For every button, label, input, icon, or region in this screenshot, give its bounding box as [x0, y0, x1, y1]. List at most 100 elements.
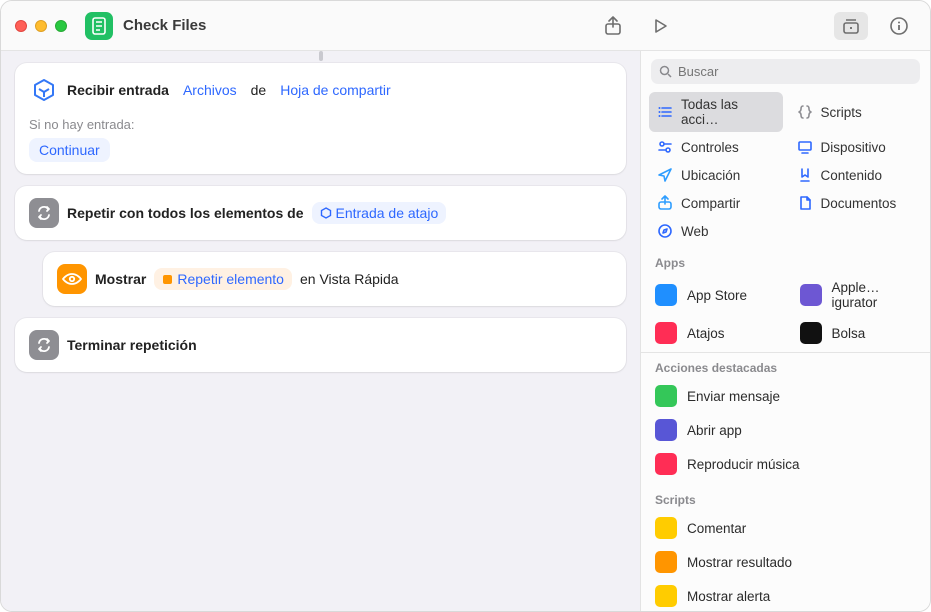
featured-abrir-app[interactable]: Abrir app: [641, 413, 930, 447]
action-repeat[interactable]: Repetir con todos los elementos de Entra…: [15, 186, 626, 240]
app-app-store[interactable]: App Store: [641, 274, 786, 316]
app-icon: [800, 284, 822, 306]
show-suffix: en Vista Rápida: [300, 271, 399, 287]
receive-from-word: de: [251, 82, 267, 98]
app-label: Atajos: [687, 326, 725, 341]
no-input-action[interactable]: Continuar: [29, 138, 110, 162]
no-input-label: Si no hay entrada:: [15, 117, 626, 138]
action-icon: [655, 453, 677, 475]
action-icon: [655, 517, 677, 539]
search-input[interactable]: [678, 64, 912, 79]
category-label: Ubicación: [681, 168, 740, 183]
receive-label: Recibir entrada: [67, 82, 169, 98]
category-documentos[interactable]: Documentos: [789, 190, 923, 216]
shortcuts-window: Check Files: [0, 0, 931, 612]
category-dispositivo[interactable]: Dispositivo: [789, 134, 923, 160]
receive-source[interactable]: Hoja de compartir: [274, 80, 397, 100]
receive-input-type[interactable]: Archivos: [177, 80, 243, 100]
category-scripts[interactable]: Scripts: [789, 92, 923, 132]
app-label: App Store: [687, 288, 747, 303]
featured-header: Acciones destacadas: [641, 355, 930, 379]
repeat-variable[interactable]: Entrada de atajo: [312, 202, 447, 224]
script-mostrar-resultado[interactable]: Mostrar resultado: [641, 545, 930, 579]
featured-reproducir-m-sica[interactable]: Reproducir música: [641, 447, 930, 481]
category-label: Dispositivo: [821, 140, 886, 155]
desktop-icon: [797, 139, 813, 155]
category-controles[interactable]: Controles: [649, 134, 783, 160]
action-label: Mostrar alerta: [687, 589, 770, 604]
toolbar-right: [596, 12, 916, 40]
app-bolsa[interactable]: Bolsa: [786, 316, 931, 350]
category-label: Web: [681, 224, 709, 239]
category-label: Todas las acci…: [681, 97, 775, 127]
action-icon: [655, 551, 677, 573]
scripts-header: Scripts: [641, 481, 930, 511]
share-icon: [657, 195, 673, 211]
actions-sidebar: Todas las acci… Scripts Controles Dispositi…: [640, 51, 930, 611]
action-icon: [655, 585, 677, 607]
close-button[interactable]: [15, 20, 27, 32]
featured-list: Enviar mensaje Abrir app Reproducir música: [641, 379, 930, 481]
script-mostrar-alerta[interactable]: Mostrar alerta: [641, 579, 930, 611]
category-web[interactable]: Web: [649, 218, 783, 244]
action-show-quicklook[interactable]: Mostrar Repetir elemento en Vista Rápida: [43, 252, 626, 306]
category-compartir[interactable]: Compartir: [649, 190, 783, 216]
window-title: Check Files: [123, 17, 206, 34]
braces-icon: [797, 104, 813, 120]
show-label: Mostrar: [95, 271, 146, 287]
end-repeat-label: Terminar repetición: [67, 337, 197, 353]
action-icon: [655, 385, 677, 407]
script-comentar[interactable]: Comentar: [641, 511, 930, 545]
apps-grid: App Store Apple…igurator Atajos Bolsa: [641, 274, 930, 350]
action-label: Comentar: [687, 521, 746, 536]
action-icon: [655, 419, 677, 441]
workflow-editor[interactable]: Recibir entrada Archivos de Hoja de comp…: [1, 51, 640, 611]
search-field[interactable]: [651, 59, 920, 84]
list-icon: [657, 104, 673, 120]
receive-input-icon: [29, 75, 59, 105]
app-label: Apple…igurator: [832, 280, 917, 310]
category-label: Documentos: [821, 196, 897, 211]
app-apple-igurator[interactable]: Apple…igurator: [786, 274, 931, 316]
minimize-button[interactable]: [35, 20, 47, 32]
quicklook-icon: [57, 264, 87, 294]
info-button[interactable]: [882, 12, 916, 40]
category-label: Controles: [681, 140, 739, 155]
action-label: Enviar mensaje: [687, 389, 780, 404]
note-icon: [797, 167, 813, 183]
category-label: Compartir: [681, 196, 740, 211]
action-receive-input[interactable]: Recibir entrada Archivos de Hoja de comp…: [15, 63, 626, 174]
app-atajos[interactable]: Atajos: [641, 316, 786, 350]
location-icon: [657, 167, 673, 183]
category-contenido[interactable]: Contenido: [789, 162, 923, 188]
category-label: Contenido: [821, 168, 883, 183]
apps-header: Apps: [641, 250, 930, 274]
repeat-label: Repetir con todos los elementos de: [67, 205, 304, 221]
show-variable[interactable]: Repetir elemento: [154, 268, 292, 290]
action-label: Mostrar resultado: [687, 555, 792, 570]
action-label: Reproducir música: [687, 457, 800, 472]
zoom-button[interactable]: [55, 20, 67, 32]
search-icon: [659, 65, 672, 78]
doc-icon: [797, 195, 813, 211]
compass-icon: [657, 223, 673, 239]
share-button[interactable]: [596, 12, 630, 40]
shortcut-icon: [85, 12, 113, 40]
run-button[interactable]: [644, 12, 678, 40]
repeat-icon: [29, 198, 59, 228]
scripts-list: ComentarMostrar resultadoMostrar alertaS…: [641, 511, 930, 611]
window-controls: [15, 20, 67, 32]
end-repeat-icon: [29, 330, 59, 360]
app-icon: [655, 322, 677, 344]
category-grid: Todas las acci… Scripts Controles Dispositi…: [641, 92, 930, 250]
library-toggle-button[interactable]: [834, 12, 868, 40]
featured-enviar-mensaje[interactable]: Enviar mensaje: [641, 379, 930, 413]
category-todas-las-acci-[interactable]: Todas las acci…: [649, 92, 783, 132]
switches-icon: [657, 139, 673, 155]
app-icon: [655, 284, 677, 306]
action-label: Abrir app: [687, 423, 742, 438]
action-end-repeat[interactable]: Terminar repetición: [15, 318, 626, 372]
category-ubicaci-n[interactable]: Ubicación: [649, 162, 783, 188]
category-label: Scripts: [821, 105, 862, 120]
app-icon: [800, 322, 822, 344]
